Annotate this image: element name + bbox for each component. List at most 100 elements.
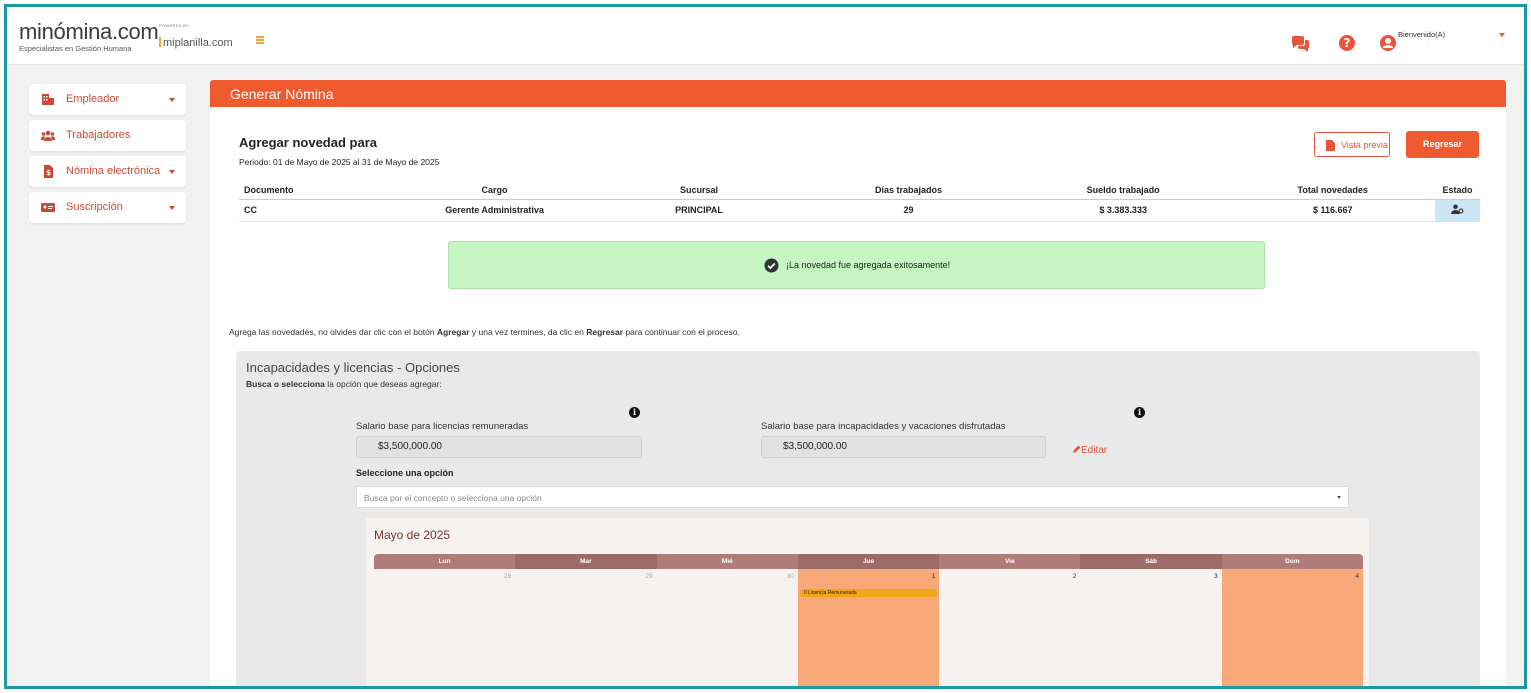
select-label: Seleccione una opción bbox=[356, 468, 454, 478]
alert-message: ¡La novedad fue agregada exitosamente! bbox=[786, 260, 951, 270]
info-icon[interactable]: i bbox=[629, 407, 640, 418]
table-header-row: Documento Cargo Sucursal Días trabajados… bbox=[239, 181, 1480, 200]
calendar-day[interactable]: 29 bbox=[515, 569, 656, 686]
weekday-mar: Mar bbox=[515, 554, 657, 569]
sidebar-item-label: Suscripción bbox=[66, 201, 123, 213]
table-row: CC Gerente Administrativa PRINCIPAL 29 $… bbox=[239, 199, 1480, 222]
concept-select[interactable]: Busca por el concepto o selecciona una o… bbox=[356, 486, 1349, 508]
col-dias: Días trabajados bbox=[801, 181, 1016, 200]
sidebar-item-trabajadores[interactable]: Trabajadores bbox=[29, 120, 186, 151]
period-text: Periodo: 01 de Mayo de 2025 al 31 de May… bbox=[239, 157, 440, 167]
col-cargo: Cargo bbox=[392, 181, 597, 200]
weekday-lun: Lun bbox=[374, 554, 516, 569]
options-title: Incapacidades y licencias - Opciones bbox=[246, 360, 460, 375]
sidebar-item-label: Nómina electrónica bbox=[66, 165, 161, 177]
users-icon bbox=[41, 130, 55, 141]
salary-licencias-field[interactable]: $3,500,000.00 bbox=[356, 436, 642, 458]
calendar-day[interactable]: 1 0 Licencia Remunerada bbox=[797, 569, 940, 686]
menu-toggle-icon[interactable] bbox=[256, 36, 264, 44]
calendar-day[interactable]: 4 bbox=[1221, 569, 1363, 686]
user-avatar-icon[interactable] bbox=[1378, 33, 1398, 53]
hint-text-1: Agrega las novedades, no olvides dar cli… bbox=[229, 327, 437, 337]
calendar: Mayo de 2025 Lun Mar Mié Jue Vie Sáb Dom… bbox=[366, 518, 1369, 686]
calendar-day[interactable]: 30 bbox=[657, 569, 798, 686]
day-number: 28 bbox=[504, 573, 512, 580]
welcome-username: . bbox=[1427, 41, 1429, 47]
day-number: 4 bbox=[1355, 573, 1359, 580]
salary-licencias-label: Salario base para licencias remuneradas bbox=[356, 421, 529, 432]
weekday-vie: Vie bbox=[939, 554, 1081, 569]
sidebar-item-label: Trabajadores bbox=[66, 129, 131, 141]
app-frame: minómina.com Especialistas en Gestión Hu… bbox=[4, 4, 1527, 689]
day-number: 2 bbox=[1072, 573, 1077, 580]
logo[interactable]: minómina.com Especialistas en Gestión Hu… bbox=[19, 19, 159, 54]
svg-text:?: ? bbox=[1344, 36, 1351, 50]
chevron-down-icon bbox=[169, 206, 175, 210]
sidebar-item-suscripcion[interactable]: Suscripción bbox=[29, 192, 186, 223]
page-title: Generar Nómina bbox=[230, 86, 334, 102]
powered-by: POWERED BY bbox=[159, 23, 190, 28]
info-icon[interactable]: i bbox=[1134, 407, 1145, 418]
document-icon: $ bbox=[44, 165, 53, 178]
cell-sucursal: PRINCIPAL bbox=[596, 199, 802, 222]
chevron-down-icon bbox=[169, 170, 175, 174]
partner-logo[interactable]: miplanilla.com bbox=[159, 37, 233, 49]
card-header: Generar Nómina bbox=[210, 80, 1506, 107]
back-button[interactable]: Regresar bbox=[1406, 131, 1479, 158]
chevron-down-icon bbox=[169, 98, 175, 102]
hint-bold-regresar: Regresar bbox=[586, 327, 624, 337]
pdf-icon bbox=[1326, 140, 1335, 151]
options-panel: Incapacidades y licencias - Opciones Bus… bbox=[236, 351, 1480, 686]
options-subtitle-rest: la opción que deseas agregar: bbox=[324, 379, 442, 389]
user-menu-caret-icon[interactable] bbox=[1499, 33, 1505, 37]
preview-label: Vista previa bbox=[1341, 140, 1388, 150]
day-number: 3 bbox=[1214, 573, 1218, 580]
chat-icon[interactable] bbox=[1290, 33, 1310, 53]
id-card-icon bbox=[41, 203, 55, 212]
calendar-day[interactable]: 3 bbox=[1080, 569, 1221, 686]
sidebar-item-nomina-electronica[interactable]: $ Nómina electrónica bbox=[29, 156, 186, 187]
day-number: 29 bbox=[645, 573, 653, 580]
pencil-icon bbox=[1073, 445, 1081, 453]
weekday-mie: Mié bbox=[656, 554, 798, 569]
hint-bold-agregar: Agregar bbox=[436, 327, 470, 337]
day-number: 30 bbox=[786, 573, 794, 580]
main-card: Generar Nómina Agregar novedad para Peri… bbox=[210, 80, 1506, 686]
weekday-jue: Jue bbox=[797, 554, 940, 569]
preview-button[interactable]: Vista previa bbox=[1314, 132, 1390, 157]
options-subtitle: Busca o selecciona la opción que deseas … bbox=[246, 379, 442, 389]
building-icon bbox=[42, 94, 54, 105]
edit-label: Editar bbox=[1081, 445, 1108, 456]
user-clock-icon[interactable] bbox=[1450, 204, 1464, 214]
logo-tagline: Especialistas en Gestión Humana bbox=[19, 44, 132, 53]
chevron-down-icon bbox=[1337, 496, 1341, 499]
salary-incap-field[interactable]: $3,500,000.00 bbox=[761, 436, 1046, 458]
cell-cargo: Gerente Administrativa bbox=[392, 199, 597, 222]
cell-dias: 29 bbox=[801, 199, 1016, 222]
hint-text-3: para continuar con el proceso. bbox=[623, 327, 740, 337]
calendar-title: Mayo de 2025 bbox=[374, 528, 451, 542]
partner-text: miplanilla.com bbox=[163, 37, 233, 49]
calendar-event[interactable]: 0 Licencia Remunerada bbox=[799, 589, 938, 597]
back-label: Regresar bbox=[1422, 139, 1463, 149]
col-estado: Estado bbox=[1434, 181, 1480, 200]
section-title: Agregar novedad para bbox=[239, 135, 377, 150]
cell-sueldo: $ 3.383.333 bbox=[1015, 199, 1231, 222]
calendar-weekdays: Lun Mar Mié Jue Vie Sáb Dom bbox=[374, 554, 1363, 569]
col-sucursal: Sucursal bbox=[596, 181, 802, 200]
help-icon[interactable]: ? bbox=[1337, 33, 1357, 53]
options-subtitle-bold: Busca o selecciona bbox=[246, 379, 325, 389]
calendar-day[interactable]: 2 bbox=[939, 569, 1080, 686]
salary-incap-label: Salario base para incapacidades y vacaci… bbox=[761, 421, 1006, 432]
cell-total: $ 116.667 bbox=[1230, 199, 1435, 222]
cell-documento: CC bbox=[239, 199, 393, 222]
sidebar-item-label: Empleador bbox=[66, 93, 120, 105]
check-circle-icon bbox=[764, 258, 779, 273]
logo-text: minómina.com bbox=[19, 19, 159, 44]
col-documento: Documento bbox=[239, 181, 393, 200]
cell-estado[interactable] bbox=[1434, 199, 1480, 222]
edit-link[interactable]: Editar bbox=[1073, 445, 1107, 456]
calendar-day[interactable]: 28 bbox=[374, 569, 515, 686]
svg-text:$: $ bbox=[46, 169, 51, 177]
sidebar-item-empleador[interactable]: Empleador bbox=[29, 84, 186, 115]
